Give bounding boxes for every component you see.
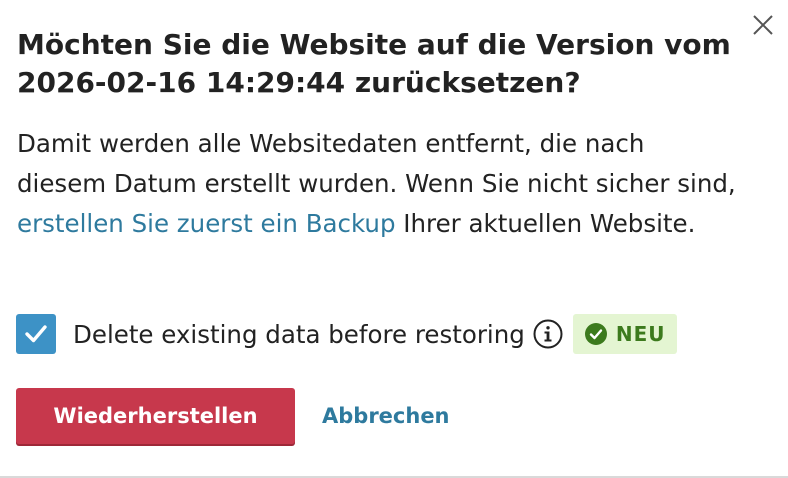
check-circle-icon bbox=[584, 323, 607, 345]
description-text-end: Ihrer aktuellen Website. bbox=[395, 209, 696, 238]
info-icon[interactable] bbox=[533, 319, 563, 349]
delete-existing-label[interactable]: Delete existing data before restoring bbox=[73, 320, 525, 349]
delete-existing-checkbox[interactable] bbox=[16, 314, 56, 354]
dialog-description: Damit werden alle Websitedaten entfernt,… bbox=[17, 124, 737, 244]
dialog-actions: Wiederherstellen Abbrechen bbox=[16, 388, 450, 444]
close-icon bbox=[753, 15, 773, 35]
new-badge: NEU bbox=[572, 314, 678, 354]
restore-button[interactable]: Wiederherstellen bbox=[16, 388, 295, 444]
restore-dialog: Möchten Sie die Website auf die Version … bbox=[0, 0, 788, 478]
cancel-button[interactable]: Abbrechen bbox=[322, 404, 450, 428]
description-text: Damit werden alle Websitedaten entfernt,… bbox=[17, 129, 736, 198]
check-icon bbox=[25, 325, 47, 343]
delete-existing-option: Delete existing data before restoring NE… bbox=[16, 314, 678, 354]
dialog-title: Möchten Sie die Website auf die Version … bbox=[17, 28, 731, 99]
create-backup-link[interactable]: erstellen Sie zuerst ein Backup bbox=[17, 209, 396, 238]
new-badge-label: NEU bbox=[615, 322, 666, 346]
close-button[interactable] bbox=[751, 13, 775, 37]
